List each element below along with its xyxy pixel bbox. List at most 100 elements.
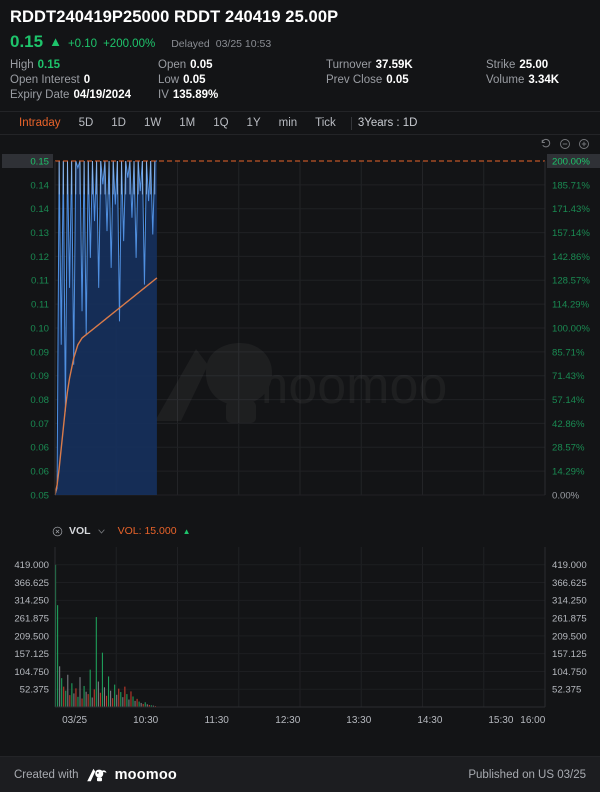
volume-bar [63, 686, 65, 707]
tab-1y[interactable]: 1Y [238, 112, 270, 134]
volume-bar [71, 683, 73, 707]
price-row: 0.15 ▲ +0.10 +200.00% Delayed 03/25 10:5… [10, 32, 590, 52]
stat-label: Open Interest [10, 74, 80, 86]
volume-bar [136, 698, 138, 707]
price-change-percent: +200.00% [103, 38, 156, 50]
tab-1d[interactable]: 1D [102, 112, 135, 134]
volume-bar [65, 690, 67, 707]
volume-bar [85, 691, 87, 707]
volume-axis-tick-right: 314.250 [552, 596, 587, 607]
price-chart-panel[interactable]: 0.15 200.00% 0.14 185.71% 0.14 171.43% 0.13 157… [0, 153, 600, 521]
volume-bar [95, 617, 97, 707]
undo-icon[interactable] [540, 138, 552, 150]
percent-axis-tick: 28.57% [552, 443, 585, 454]
volume-bar [116, 694, 118, 707]
tab-min[interactable]: min [270, 112, 307, 134]
moomoo-bull-logo-icon [86, 768, 106, 781]
volume-bar [130, 691, 132, 707]
percent-axis-tick: 14.29% [552, 467, 585, 478]
volume-bar [61, 678, 63, 707]
percent-axis-tick: 100.00% [552, 323, 590, 334]
volume-axis-tick: 209.500 [14, 631, 49, 642]
volume-axis-tick: 419.000 [14, 560, 49, 571]
volume-bar [105, 695, 108, 707]
tab-1w[interactable]: 1W [135, 112, 170, 134]
volume-bar [132, 696, 134, 707]
stat-value: 04/19/2024 [73, 89, 131, 101]
percent-axis-tick: 171.43% [552, 204, 590, 215]
tab-tick[interactable]: Tick [306, 112, 345, 134]
stat-high: High 0.15 [10, 59, 158, 71]
volume-bar [140, 702, 142, 707]
volume-bar [77, 696, 79, 707]
price-chart-canvas[interactable]: 0.15 200.00% 0.14 185.71% 0.14 171.43% 0.13 157… [0, 153, 600, 521]
volume-bar [87, 694, 89, 707]
tab-1q[interactable]: 1Q [204, 112, 237, 134]
stat-volume: Volume 3.34K [486, 74, 590, 86]
percent-axis-tick: 42.86% [552, 419, 585, 430]
price-axis-tick: 0.14 [30, 204, 49, 215]
volume-bar [57, 605, 59, 707]
stat-label: Expiry Date [10, 89, 70, 101]
volume-chart-panel[interactable]: 419.000 419.000 366.625 366.625 314.250 314.2… [0, 541, 600, 741]
volume-axis-tick-right: 104.750 [552, 667, 587, 678]
stat-label: Open [158, 59, 187, 71]
volume-bar [75, 688, 77, 707]
close-circle-icon[interactable] [52, 526, 63, 537]
tab-1m[interactable]: 1M [170, 112, 204, 134]
percent-axis-tick: 114.29% [552, 300, 590, 311]
price-axis-tick: 0.05 [30, 490, 49, 501]
stats-grid: High 0.15 Open 0.05 Turnover 37.59K Strike 25.0… [10, 59, 590, 101]
zoom-in-icon[interactable] [578, 138, 590, 150]
volume-bar [103, 687, 106, 707]
published-label: Published on US 03/25 [468, 768, 586, 781]
percent-axis-tick: 157.14% [552, 228, 590, 239]
stat-strike: Strike 25.00 [486, 59, 590, 71]
volume-value-readout: VOL: 15.000 [117, 525, 177, 537]
stat-value: 0.05 [190, 59, 213, 71]
volume-bar [110, 690, 112, 707]
stat-label: Low [158, 74, 180, 86]
price-axis-current-label: 0.15 [30, 156, 49, 167]
volume-axis-tick: 366.625 [14, 578, 49, 589]
volume-bar [97, 681, 99, 707]
volume-bar [138, 701, 140, 707]
zoom-out-icon[interactable] [559, 138, 571, 150]
tab-divider [350, 116, 352, 130]
price-axis-tick: 0.13 [30, 228, 49, 239]
volume-bar [73, 693, 75, 707]
stat-value: 0.05 [183, 74, 206, 86]
price-change: +0.10 [67, 38, 98, 50]
created-with-label: Created with [14, 768, 79, 781]
price-axis-tick: 0.09 [30, 371, 49, 382]
chevron-down-icon[interactable] [97, 527, 106, 536]
percent-axis-current-label: 200.00% [552, 156, 590, 167]
volume-axis-tick-right: 209.500 [552, 631, 587, 642]
volume-axis-tick-right: 52.375 [552, 685, 581, 696]
tab-intraday[interactable]: Intraday [10, 112, 70, 134]
volume-bar [112, 698, 114, 707]
percent-axis-tick: 0.00% [552, 490, 580, 501]
price-axis-tick: 0.12 [30, 252, 49, 263]
quote-header: RDDT240419P25000 RDDT 240419 25.00P 0.15… [0, 0, 600, 105]
stat-open-interest: Open Interest 0 [10, 74, 158, 86]
time-axis-tick: 12:30 [275, 715, 300, 726]
volume-bar [126, 694, 128, 707]
stat-value: 37.59K [375, 59, 413, 71]
volume-axis-tick: 104.750 [14, 667, 49, 678]
last-price: 0.15 [10, 32, 44, 51]
volume-chart-canvas[interactable]: 419.000 419.000 366.625 366.625 314.250 314.2… [0, 541, 600, 741]
footer-bar: Created with moomoo Published on US 03/2… [0, 756, 600, 792]
price-axis-tick: 0.11 [31, 300, 49, 311]
volume-bar [120, 692, 122, 707]
tab-5d[interactable]: 5D [70, 112, 103, 134]
volume-axis-tick: 261.875 [14, 614, 49, 625]
price-axis-tick: 0.11 [31, 276, 49, 287]
moomoo-option-chart-window: RDDT240419P25000 RDDT 240419 25.00P 0.15… [0, 0, 600, 792]
range-selector[interactable]: 3Years : 1D [358, 117, 418, 129]
volume-axis-tick-right: 261.875 [552, 614, 587, 625]
timeframe-tabbar: Intraday 5D 1D 1W 1M 1Q 1Y min Tick 3Years : 1D [0, 111, 600, 135]
volume-bar [91, 697, 93, 707]
stat-value: 135.89% [172, 89, 219, 101]
stat-open: Open 0.05 [158, 59, 326, 71]
